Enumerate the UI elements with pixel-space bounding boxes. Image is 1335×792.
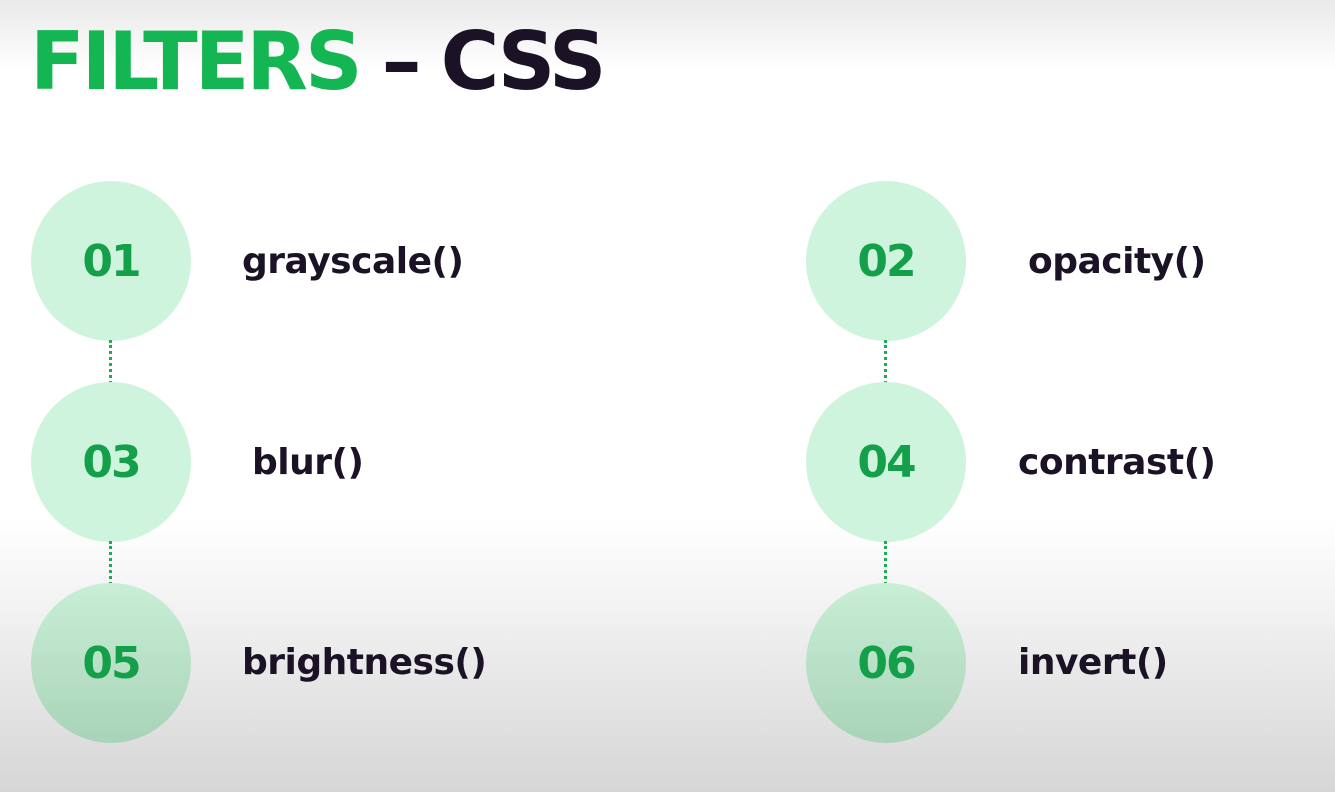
dotted-connector — [884, 541, 887, 585]
item-label: blur() — [252, 442, 364, 483]
item-number-circle: 04 — [806, 382, 966, 542]
item-label: contrast() — [1018, 442, 1216, 483]
item-label: invert() — [1018, 642, 1168, 683]
title-highlight: FILTERS — [30, 15, 363, 108]
dotted-connector — [109, 340, 112, 384]
dotted-connector — [109, 541, 112, 585]
item-number-circle: 02 — [806, 181, 966, 341]
item-label: opacity() — [1028, 241, 1206, 282]
title-separator: – — [381, 15, 422, 108]
dotted-connector — [884, 340, 887, 384]
title-main: CSS — [440, 15, 607, 108]
item-number-circle: 03 — [31, 382, 191, 542]
item-label: brightness() — [242, 642, 487, 683]
item-number-circle: 06 — [806, 583, 966, 743]
page-title: FILTERS – CSS — [30, 12, 607, 112]
item-number-circle: 05 — [31, 583, 191, 743]
item-number-circle: 01 — [31, 181, 191, 341]
item-label: grayscale() — [242, 241, 464, 282]
